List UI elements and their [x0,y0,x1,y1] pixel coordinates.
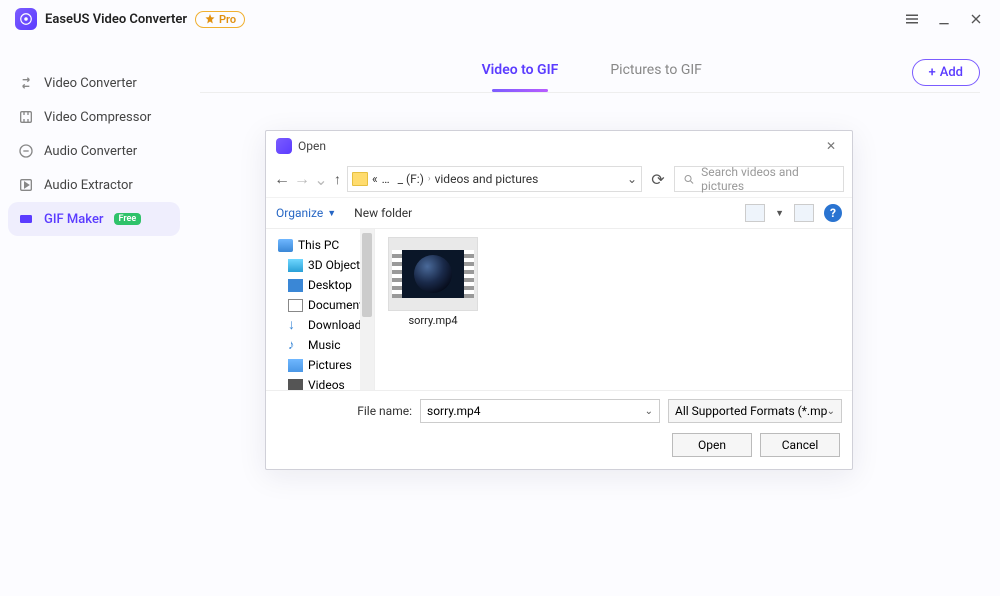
compress-icon [18,109,34,125]
gif-icon [18,211,34,227]
cancel-button[interactable]: Cancel [760,433,840,457]
sidebar-item-label: GIF Maker [44,212,104,227]
pictures-icon [288,359,303,372]
videos-icon [288,379,303,391]
file-item[interactable]: sorry.mp4 [387,237,479,327]
tree-downloads[interactable]: ↓Downloads [278,315,370,335]
tree-3d-objects[interactable]: 3D Objects [278,255,370,275]
free-badge: Free [114,213,142,225]
chevron-down-icon[interactable]: ⌄ [645,406,653,417]
folder-icon [352,172,368,186]
sidebar-item-video-converter[interactable]: Video Converter [0,66,188,100]
tree-music[interactable]: ♪Music [278,335,370,355]
tree-pictures[interactable]: Pictures [278,355,370,375]
video-thumbnail [388,237,478,311]
address-bar[interactable]: « … _ (F:) › videos and pictures ⌄ [347,166,642,192]
folder-tree: This PC 3D Objects Desktop Documents ↓Do… [266,229,374,390]
sidebar-item-audio-extractor[interactable]: Audio Extractor [0,168,188,202]
tree-documents[interactable]: Documents [278,295,370,315]
preview-pane-button[interactable] [794,204,814,222]
file-type-filter[interactable]: All Supported Formats (*.mp4 * ⌄ [668,399,842,423]
help-icon[interactable]: ? [824,204,842,222]
chevron-down-icon: ⌄ [827,406,835,417]
chevron-down-icon: ▼ [327,208,336,219]
breadcrumb-folder[interactable]: videos and pictures [435,172,539,186]
tab-video-to-gif[interactable]: Video to GIF [474,52,567,92]
chevron-right-icon: › [428,174,431,184]
titlebar: EaseUS Video Converter Pro [0,0,1000,38]
plus-icon: + [929,65,936,80]
app-title: EaseUS Video Converter [45,12,187,27]
file-name-label: File name: [276,404,412,418]
tree-scrollbar[interactable] [360,229,374,390]
refresh-icon[interactable]: ⟳ [648,170,668,189]
tab-pictures-to-gif[interactable]: Pictures to GIF [602,52,710,92]
tree-videos[interactable]: Videos [278,375,370,390]
close-icon[interactable] [967,10,985,28]
dialog-close-icon[interactable]: ✕ [820,137,842,155]
tree-desktop[interactable]: Desktop [278,275,370,295]
music-icon: ♪ [288,339,303,352]
extract-icon [18,177,34,193]
open-button[interactable]: Open [672,433,752,457]
dialog-logo-icon [276,138,292,154]
add-button[interactable]: + Add [912,59,981,86]
desktop-icon [288,279,303,292]
view-mode-button[interactable] [745,204,765,222]
menu-icon[interactable] [903,10,921,28]
3d-icon [288,259,303,272]
minimize-icon[interactable] [935,10,953,28]
open-file-dialog: Open ✕ ← → ⌄ ↑ « … _ (F:) › videos and p… [265,130,853,470]
tree-this-pc[interactable]: This PC [278,235,370,255]
nav-forward-icon[interactable]: → [294,169,308,189]
breadcrumb-drive[interactable]: … _ (F:) [382,172,424,186]
new-folder-button[interactable]: New folder [354,206,412,220]
file-name-input[interactable]: sorry.mp4 ⌄ [420,399,660,423]
sidebar-item-audio-converter[interactable]: Audio Converter [0,134,188,168]
organize-menu[interactable]: Organize ▼ [276,206,336,220]
sidebar-item-video-compressor[interactable]: Video Compressor [0,100,188,134]
convert-icon [18,75,34,91]
file-list: sorry.mp4 [374,229,852,390]
nav-up-icon[interactable]: ↑ [334,171,341,188]
search-icon [683,173,695,186]
documents-icon [288,299,303,312]
sidebar-item-gif-maker[interactable]: GIF Maker Free [8,202,180,236]
sidebar-item-label: Audio Extractor [44,178,133,193]
sidebar-item-label: Video Compressor [44,110,151,125]
sidebar-item-label: Audio Converter [44,144,137,159]
audio-convert-icon [18,143,34,159]
nav-back-icon[interactable]: ← [274,169,288,189]
search-input[interactable]: Search videos and pictures [674,166,844,192]
sidebar-item-label: Video Converter [44,76,137,91]
file-name: sorry.mp4 [408,314,457,327]
pro-badge: Pro [195,11,245,28]
sidebar: Video Converter Video Compressor Audio C… [0,38,188,596]
download-icon: ↓ [288,319,303,332]
nav-recent-icon[interactable]: ⌄ [314,170,328,189]
address-dropdown-icon[interactable]: ⌄ [627,172,637,186]
dialog-title: Open [298,139,326,153]
chevron-down-icon[interactable]: ▼ [775,208,784,219]
app-logo-icon [15,8,37,30]
pc-icon [278,239,293,252]
